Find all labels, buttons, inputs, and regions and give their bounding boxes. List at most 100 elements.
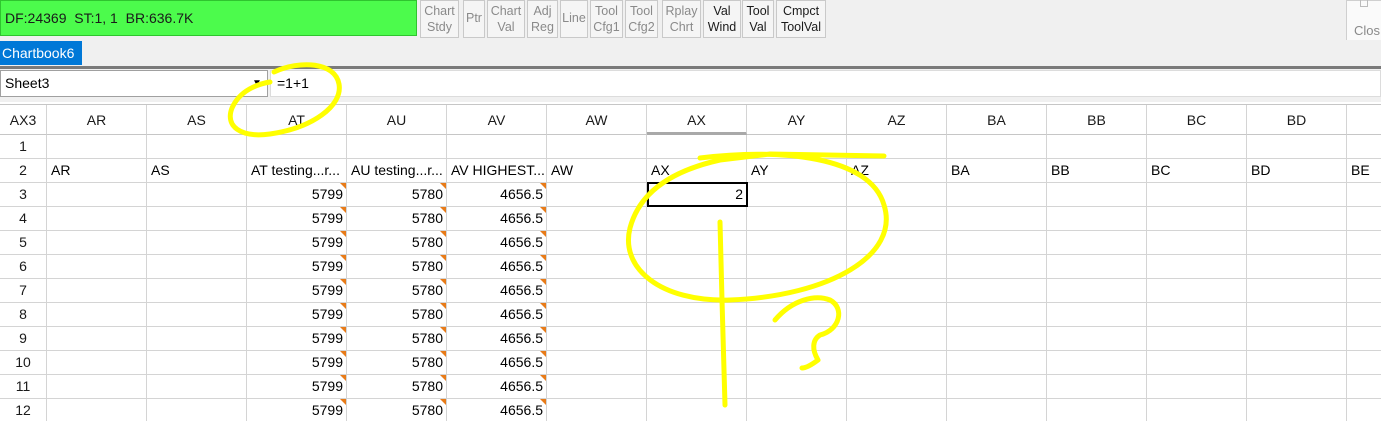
cell-ay10[interactable] xyxy=(747,351,847,375)
cell-aw7[interactable] xyxy=(547,279,647,303)
cell-as6[interactable] xyxy=(147,255,247,279)
column-header-at[interactable]: AT xyxy=(247,105,347,135)
cell-bc11[interactable] xyxy=(1147,375,1247,399)
cell-at11[interactable]: 5799 xyxy=(247,375,347,399)
cell-ax7[interactable] xyxy=(647,279,747,303)
cell-ba9[interactable] xyxy=(947,327,1047,351)
cell-aw8[interactable] xyxy=(547,303,647,327)
cell-av5[interactable]: 4656.5 xyxy=(447,231,547,255)
cell-be9[interactable] xyxy=(1347,327,1381,351)
cell-av11[interactable]: 4656.5 xyxy=(447,375,547,399)
cell-as11[interactable] xyxy=(147,375,247,399)
cell-bd6[interactable] xyxy=(1247,255,1347,279)
cell-as5[interactable] xyxy=(147,231,247,255)
cell-ba10[interactable] xyxy=(947,351,1047,375)
cell-ar8[interactable] xyxy=(47,303,147,327)
cell-at10[interactable]: 5799 xyxy=(247,351,347,375)
cell-bd5[interactable] xyxy=(1247,231,1347,255)
cell-bd2[interactable]: BD xyxy=(1247,159,1347,183)
cell-as12[interactable] xyxy=(147,399,247,421)
cell-ar10[interactable] xyxy=(47,351,147,375)
cell-ar7[interactable] xyxy=(47,279,147,303)
row-header-3[interactable]: 3 xyxy=(0,183,47,207)
name-box[interactable]: AX3 xyxy=(0,105,47,135)
cell-at6[interactable]: 5799 xyxy=(247,255,347,279)
tool-cfg2-button[interactable]: Tool Cfg2 xyxy=(625,0,658,38)
cell-az3[interactable] xyxy=(847,183,947,207)
cell-as1[interactable] xyxy=(147,135,247,159)
cell-ar6[interactable] xyxy=(47,255,147,279)
cell-at3[interactable]: 5799 xyxy=(247,183,347,207)
cell-bc3[interactable] xyxy=(1147,183,1247,207)
cell-as2[interactable]: AS xyxy=(147,159,247,183)
cell-as10[interactable] xyxy=(147,351,247,375)
cell-bd10[interactable] xyxy=(1247,351,1347,375)
cell-aw2[interactable]: AW xyxy=(547,159,647,183)
column-header-au[interactable]: AU xyxy=(347,105,447,135)
cell-as9[interactable] xyxy=(147,327,247,351)
row-header-11[interactable]: 11 xyxy=(0,375,47,399)
cell-ay3[interactable] xyxy=(747,183,847,207)
cell-az12[interactable] xyxy=(847,399,947,421)
cell-ba8[interactable] xyxy=(947,303,1047,327)
tool-val-button[interactable]: Tool Val xyxy=(742,0,774,38)
sheet-select[interactable]: Sheet3 xyxy=(0,70,268,97)
cell-az8[interactable] xyxy=(847,303,947,327)
cell-bd8[interactable] xyxy=(1247,303,1347,327)
cell-bc2[interactable]: BC xyxy=(1147,159,1247,183)
cell-bb10[interactable] xyxy=(1047,351,1147,375)
row-header-9[interactable]: 9 xyxy=(0,327,47,351)
row-header-7[interactable]: 7 xyxy=(0,279,47,303)
cell-ar12[interactable] xyxy=(47,399,147,421)
cell-bc9[interactable] xyxy=(1147,327,1247,351)
cell-au1[interactable] xyxy=(347,135,447,159)
row-header-12[interactable]: 12 xyxy=(0,399,47,421)
cell-at1[interactable] xyxy=(247,135,347,159)
cell-ba11[interactable] xyxy=(947,375,1047,399)
cell-ar3[interactable] xyxy=(47,183,147,207)
cell-be5[interactable] xyxy=(1347,231,1381,255)
cell-be7[interactable] xyxy=(1347,279,1381,303)
column-header-av[interactable]: AV xyxy=(447,105,547,135)
cell-aw10[interactable] xyxy=(547,351,647,375)
cell-at9[interactable]: 5799 xyxy=(247,327,347,351)
cell-au6[interactable]: 5780 xyxy=(347,255,447,279)
cell-aw3[interactable] xyxy=(547,183,647,207)
cell-be8[interactable] xyxy=(1347,303,1381,327)
cell-ba6[interactable] xyxy=(947,255,1047,279)
cell-aw11[interactable] xyxy=(547,375,647,399)
row-header-4[interactable]: 4 xyxy=(0,207,47,231)
row-header-6[interactable]: 6 xyxy=(0,255,47,279)
row-header-8[interactable]: 8 xyxy=(0,303,47,327)
cell-au10[interactable]: 5780 xyxy=(347,351,447,375)
cell-au7[interactable]: 5780 xyxy=(347,279,447,303)
close-button[interactable]: Clos xyxy=(1354,23,1380,38)
cell-bc5[interactable] xyxy=(1147,231,1247,255)
cell-ar11[interactable] xyxy=(47,375,147,399)
cell-be1[interactable] xyxy=(1347,135,1381,159)
cell-ba5[interactable] xyxy=(947,231,1047,255)
cell-ba3[interactable] xyxy=(947,183,1047,207)
cell-bb5[interactable] xyxy=(1047,231,1147,255)
cell-bd4[interactable] xyxy=(1247,207,1347,231)
column-header-as[interactable]: AS xyxy=(147,105,247,135)
column-header-partial[interactable] xyxy=(1347,105,1381,135)
cell-au4[interactable]: 5780 xyxy=(347,207,447,231)
column-header-az[interactable]: AZ xyxy=(847,105,947,135)
cell-az7[interactable] xyxy=(847,279,947,303)
cell-bc1[interactable] xyxy=(1147,135,1247,159)
cell-aw5[interactable] xyxy=(547,231,647,255)
chart-val-button[interactable]: Chart Val xyxy=(487,0,525,38)
row-header-2[interactable]: 2 xyxy=(0,159,47,183)
cell-ba12[interactable] xyxy=(947,399,1047,421)
cell-ay8[interactable] xyxy=(747,303,847,327)
cell-av2[interactable]: AV HIGHEST... xyxy=(447,159,547,183)
cell-av10[interactable]: 4656.5 xyxy=(447,351,547,375)
cell-az6[interactable] xyxy=(847,255,947,279)
cell-av6[interactable]: 4656.5 xyxy=(447,255,547,279)
cell-av7[interactable]: 4656.5 xyxy=(447,279,547,303)
cell-as8[interactable] xyxy=(147,303,247,327)
cell-ax10[interactable] xyxy=(647,351,747,375)
cell-az5[interactable] xyxy=(847,231,947,255)
cell-au9[interactable]: 5780 xyxy=(347,327,447,351)
